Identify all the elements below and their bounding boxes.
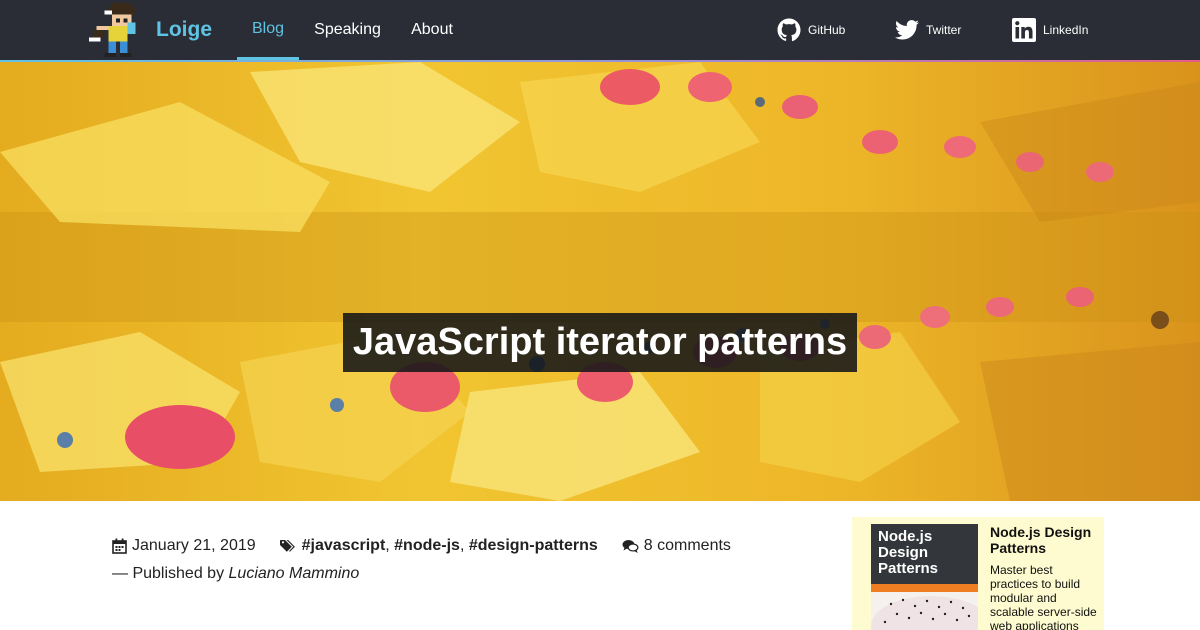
top-navbar: Loige Blog Speaking About GitHub Twitter… <box>0 0 1200 60</box>
tag-javascript-link[interactable]: #javascript <box>302 537 386 555</box>
nav-blog-link[interactable]: Blog <box>237 0 299 60</box>
hero-banner: JavaScript iterator patterns <box>0 62 1200 501</box>
author-link[interactable]: Luciano Mammino <box>229 565 360 582</box>
book-cover-band <box>871 584 978 592</box>
calendar-icon <box>112 538 127 554</box>
linkedin-icon <box>1012 18 1036 42</box>
github-label: GitHub <box>808 23 846 37</box>
post-title: JavaScript iterator patterns <box>343 313 857 372</box>
tags-icon <box>279 540 295 552</box>
twitter-label: Twitter <box>926 23 962 37</box>
tag-node-js-link[interactable]: #node-js <box>394 537 460 555</box>
post-date-text: January 21, 2019 <box>132 537 256 554</box>
twitter-icon <box>895 20 919 40</box>
tag-separator: , <box>459 537 469 554</box>
promo-description: Master best practices to build modular a… <box>990 563 1097 630</box>
book-promo-card[interactable]: Node.js Design Patterns Node.js Design P… <box>852 517 1104 630</box>
comments-count: 8 comments <box>643 537 731 554</box>
comments-link[interactable]: 8 comments <box>622 537 731 555</box>
book-cover-image: Node.js Design Patterns <box>871 524 978 630</box>
post-date: January 21, 2019 <box>112 537 256 555</box>
linkedin-label: LinkedIn <box>1043 23 1089 37</box>
hero-background-image <box>0 62 1200 501</box>
github-icon <box>777 18 801 42</box>
nav-speaking-link[interactable]: Speaking <box>310 0 385 60</box>
book-cover-title: Node.js Design Patterns <box>878 528 939 577</box>
linkedin-link[interactable]: LinkedIn <box>1012 17 1088 43</box>
twitter-link[interactable]: Twitter <box>895 17 961 43</box>
comments-icon <box>622 539 639 553</box>
published-by-line: — Published by Luciano Mammino <box>112 562 812 586</box>
post-meta: January 21, 2019 #javascript, #node-js, … <box>112 534 812 586</box>
tag-design-patterns-link[interactable]: #design-patterns <box>469 537 598 555</box>
meta-row-primary: January 21, 2019 #javascript, #node-js, … <box>112 534 812 558</box>
nav-about-link[interactable]: About <box>405 0 459 60</box>
book-cover-art <box>871 592 978 630</box>
pixel-avatar-logo <box>89 3 136 57</box>
post-tags: #javascript, #node-js, #design-patterns <box>279 537 598 555</box>
tag-separator: , <box>385 537 395 554</box>
github-link[interactable]: GitHub <box>777 17 845 43</box>
site-name: Loige <box>156 18 212 41</box>
promo-title: Node.js Design Patterns <box>990 524 1092 556</box>
published-prefix: — Published by <box>112 565 229 582</box>
brand-home-link[interactable]: Loige <box>88 2 212 58</box>
